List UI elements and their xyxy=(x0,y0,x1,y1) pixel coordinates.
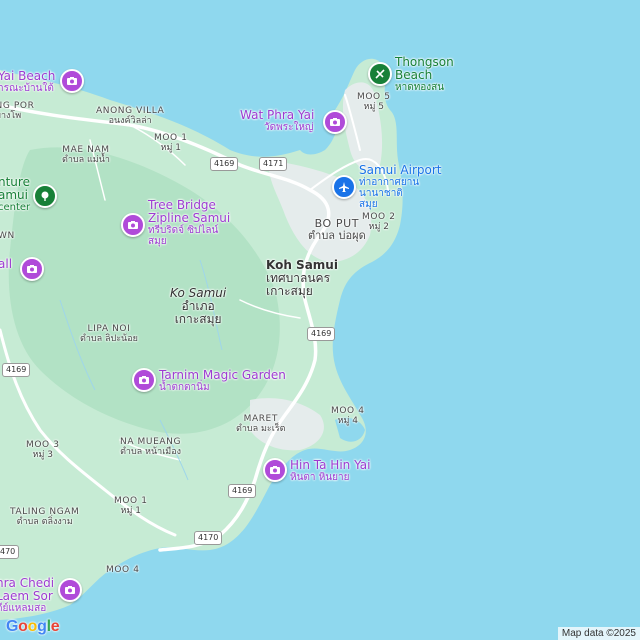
poi-waterfall[interactable]: all xyxy=(0,257,12,271)
district-label-ko-samui: Ko Samui อำเภอ เกาะสมุย xyxy=(170,286,227,327)
road-shield-4169: 4169 xyxy=(210,157,239,171)
tree-icon[interactable] xyxy=(33,184,57,208)
poi-tree-bridge-zipline[interactable]: Tree Bridge Zipline Samui ทรีบริดจ์ ซิปไล… xyxy=(148,198,238,247)
beach-icon[interactable] xyxy=(368,62,392,86)
area-moo1-south: MOO 1 หมู่ 1 xyxy=(114,496,148,516)
area-bang-por: BANG PORบางโพ xyxy=(0,101,35,121)
google-logo: Google xyxy=(6,618,60,635)
area-moo2: MOO 2 หมู่ 2 xyxy=(362,212,396,232)
camera-icon[interactable] xyxy=(132,368,156,392)
area-moo4-south: MOO 4 xyxy=(106,565,140,575)
road-shield-4171: 4171 xyxy=(259,157,288,171)
area-bo-put: BO PUT ตำบล บ่อผุด xyxy=(308,217,366,243)
poi-tarnim-magic-garden[interactable]: Tarnim Magic Garden น้ำตกตานิ่ม xyxy=(159,368,286,393)
area-na-mueang: NA MUEANG ตำบล หน้าเมือง xyxy=(120,437,182,457)
area-moo5: MOO 5 หมู่ 5 xyxy=(357,92,391,112)
area-lipa-noi: LIPA NOI ตำบล ลิปะน้อย xyxy=(80,324,138,344)
camera-icon[interactable] xyxy=(323,110,347,134)
camera-icon[interactable] xyxy=(121,213,145,237)
map-canvas[interactable] xyxy=(0,0,640,640)
area-town: WN xyxy=(0,231,15,241)
poi-samui-airport[interactable]: Samui Airport ท่าอากาศยานนานาชาติสมุย xyxy=(359,163,449,210)
area-anong-villa: ANONG VILLA อนงค์วิลล่า xyxy=(96,106,165,126)
city-label-koh-samui[interactable]: Koh Samui เทศบาลนคร เกาะสมุย xyxy=(266,258,338,299)
road-shield-4170: 470 xyxy=(0,545,20,559)
area-moo4-east: MOO 4 หมู่ 4 xyxy=(331,406,365,426)
camera-icon[interactable] xyxy=(58,578,82,602)
road-shield-4169: 4169 xyxy=(2,363,31,377)
poi-phra-chedi-laem-sor[interactable]: hra Chedi Laem Sor ดีย์แหลมสอ xyxy=(0,576,56,614)
camera-icon[interactable] xyxy=(20,257,44,281)
road-shield-4169: 4169 xyxy=(228,484,257,498)
poi-hin-ta-hin-yai[interactable]: Hin Ta Hin Yai หินตา หินยาย xyxy=(290,458,370,483)
area-mae-nam: MAE NAM ตำบล แม่น้ำ xyxy=(62,145,110,165)
area-moo1-north: MOO 1 หมู่ 1 xyxy=(154,133,188,153)
camera-icon[interactable] xyxy=(60,69,84,93)
airport-icon[interactable] xyxy=(332,175,356,199)
poi-thongson-beach[interactable]: Thongson Beach หาดทองสน xyxy=(395,55,475,93)
area-maret: MARET ตำบล มะเร็ต xyxy=(236,414,286,434)
poi-lamai-beach[interactable]: Yai Beach ารณะบ้านใต้ xyxy=(0,69,55,94)
area-moo3: MOO 3 หมู่ 3 xyxy=(26,440,60,460)
road-shield-4170: 4170 xyxy=(194,531,223,545)
map-attribution[interactable]: Map data ©2025 xyxy=(557,627,640,640)
area-taling-ngam: TALING NGAM ตำบล ตลิ่งงาม xyxy=(10,507,80,527)
poi-adventure[interactable]: nture amui center xyxy=(0,175,30,213)
road-shield-4169: 4169 xyxy=(307,327,336,341)
camera-icon[interactable] xyxy=(263,458,287,482)
poi-wat-phra-yai[interactable]: Wat Phra Yai วัดพระใหญ่ xyxy=(240,108,314,133)
